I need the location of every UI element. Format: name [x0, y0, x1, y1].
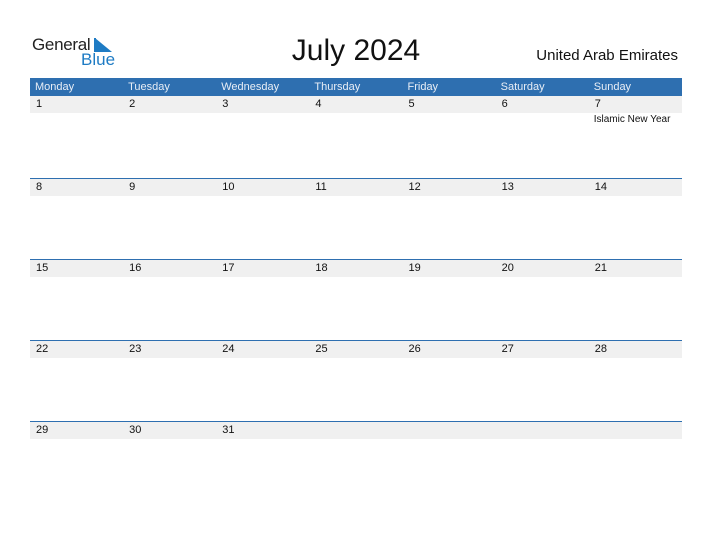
- day-number: 6: [501, 98, 508, 110]
- weekday-wednesday: Wednesday: [221, 81, 280, 93]
- day-number: 30: [129, 424, 142, 436]
- day-number: 28: [594, 343, 607, 355]
- day-number: 12: [408, 181, 421, 193]
- day-number: [309, 422, 402, 439]
- week-row: 15 16 17 18 19 20 21: [30, 259, 682, 340]
- day-number: 20: [501, 262, 514, 274]
- day-number: 29: [36, 424, 49, 436]
- day-number-bar: 1 2 3 4 5 6 7: [30, 96, 682, 113]
- day-number: 3: [222, 98, 229, 110]
- holiday-label: [309, 113, 402, 127]
- day-number: 2: [129, 98, 136, 110]
- day-number: 8: [36, 181, 43, 193]
- holiday-label: [216, 113, 309, 127]
- holiday-label: [403, 113, 496, 127]
- day-number: 31: [222, 424, 235, 436]
- weekday-sunday: Sunday: [593, 81, 632, 93]
- weekday-header: Monday Tuesday Wednesday Thursday Friday…: [30, 78, 682, 96]
- day-number: 17: [222, 262, 235, 274]
- day-number: 5: [408, 98, 415, 110]
- calendar-grid: Monday Tuesday Wednesday Thursday Friday…: [30, 78, 682, 502]
- weekday-thursday: Thursday: [314, 81, 361, 93]
- day-number-bar: 29 30 31: [30, 422, 682, 439]
- day-number: 10: [222, 181, 235, 193]
- week-row: 1 2 3 4 5 6 7 Islamic New Year: [30, 96, 682, 178]
- day-number: [403, 422, 496, 439]
- holiday-label: [30, 113, 123, 127]
- day-number: 4: [315, 98, 322, 110]
- day-number: 18: [315, 262, 328, 274]
- day-number-bar: 22 23 24 25 26 27 28: [30, 341, 682, 358]
- week-row: 8 9 10 11 12 13 14: [30, 178, 682, 259]
- day-number: 14: [594, 181, 607, 193]
- event-row: Islamic New Year: [30, 113, 682, 127]
- day-number: 22: [36, 343, 49, 355]
- country-label: United Arab Emirates: [536, 47, 678, 64]
- weekday-tuesday: Tuesday: [128, 81, 170, 93]
- holiday-label: [496, 113, 589, 127]
- day-number: 7: [594, 98, 601, 110]
- day-number: 24: [222, 343, 235, 355]
- day-number: 11: [315, 181, 327, 193]
- day-number: 26: [408, 343, 421, 355]
- week-row: 22 23 24 25 26 27 28: [30, 340, 682, 421]
- day-number: 9: [129, 181, 136, 193]
- day-number: 21: [594, 262, 607, 274]
- day-number: [496, 422, 589, 439]
- day-number: 23: [129, 343, 142, 355]
- weekday-monday: Monday: [35, 81, 75, 93]
- day-number-bar: 15 16 17 18 19 20 21: [30, 260, 682, 277]
- day-number: 19: [408, 262, 421, 274]
- day-number: 27: [501, 343, 514, 355]
- weekday-saturday: Saturday: [500, 81, 545, 93]
- weekday-friday: Friday: [407, 81, 439, 93]
- day-number: 25: [315, 343, 328, 355]
- holiday-label: [123, 113, 216, 127]
- day-number: 16: [129, 262, 142, 274]
- day-number-bar: 8 9 10 11 12 13 14: [30, 179, 682, 196]
- day-number: 1: [36, 98, 43, 110]
- day-number: 13: [501, 181, 514, 193]
- holiday-label: Islamic New Year: [593, 114, 671, 125]
- week-row: 29 30 31: [30, 421, 682, 502]
- day-number: 15: [36, 262, 49, 274]
- day-number: [589, 422, 682, 439]
